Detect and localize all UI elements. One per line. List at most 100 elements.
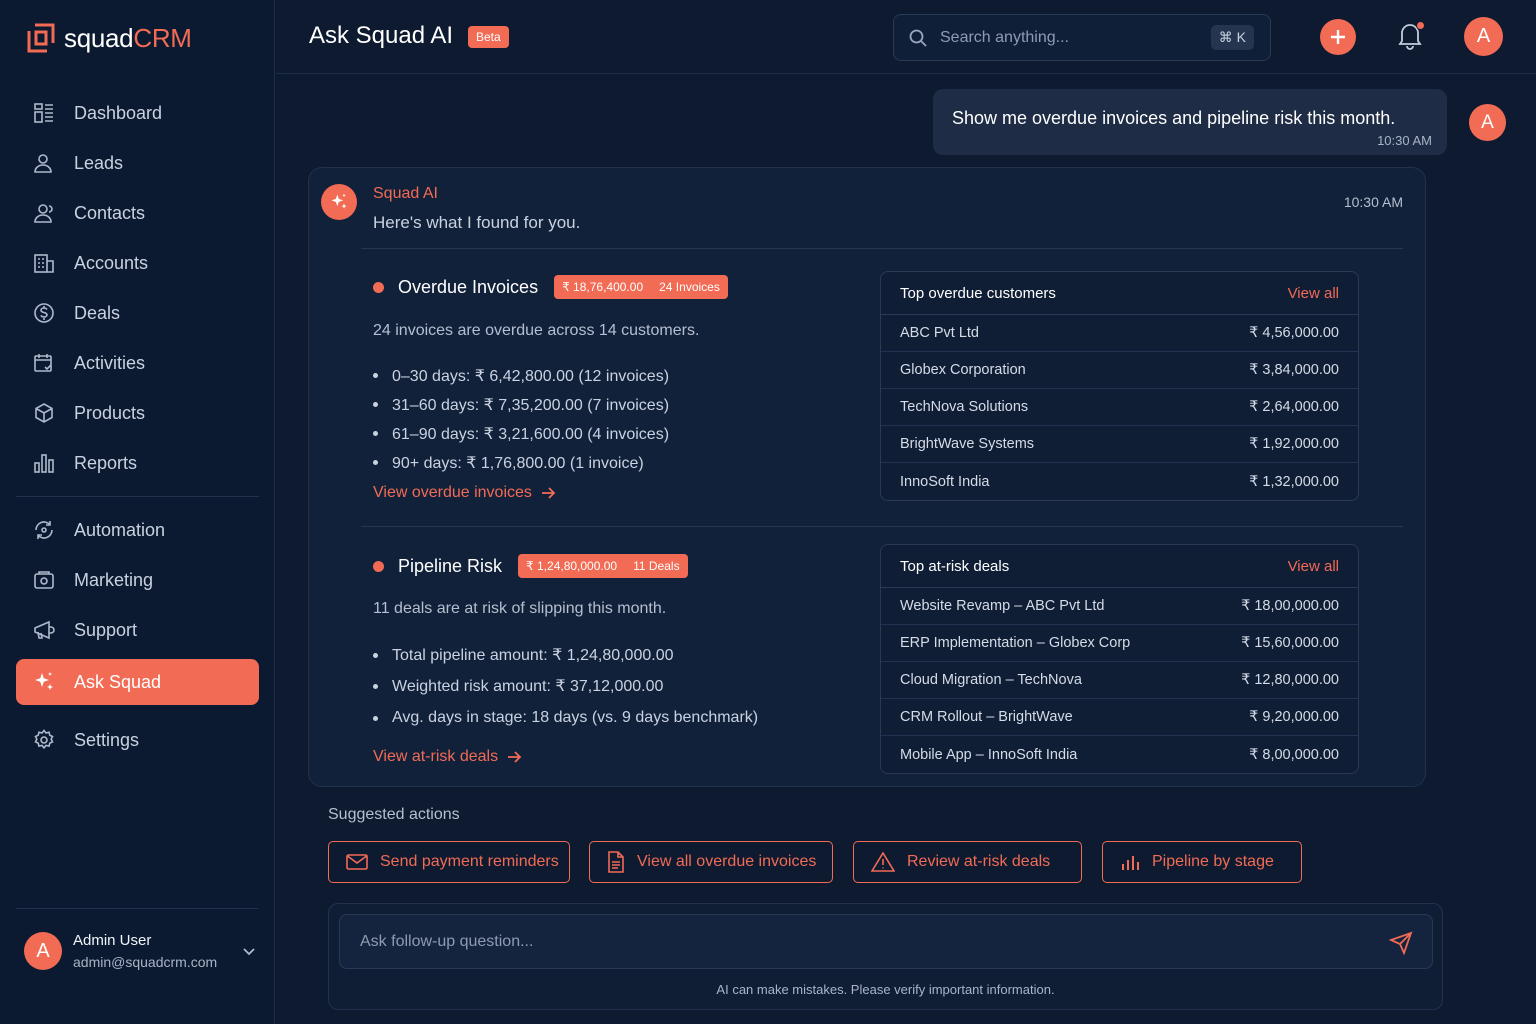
- automation-icon: [32, 518, 56, 542]
- status-dot: [373, 560, 384, 572]
- search-shortcut: ⌘ K: [1210, 25, 1254, 50]
- table-row[interactable]: BrightWave Systems ₹ 1,92,000.00: [881, 426, 1358, 463]
- ai-avatar: [321, 184, 357, 220]
- sidebar-item-label: Leads: [74, 152, 124, 173]
- list-item: 31–60 days: ₹ 7,35,200.00 (7 invoices): [373, 390, 669, 419]
- header-avatar[interactable]: A: [1464, 17, 1503, 56]
- contacts-icon: [32, 201, 56, 225]
- sidebar-item-label: Settings: [74, 729, 140, 750]
- list-item: Weighted risk amount: ₹ 37,12,000.00: [373, 670, 758, 702]
- table-row[interactable]: CRM Rollout – BrightWave ₹ 9,20,000.00: [881, 699, 1358, 736]
- sidebar-item-dashboard[interactable]: Dashboard: [16, 90, 259, 136]
- nav-divider: [16, 496, 259, 497]
- table-row[interactable]: Globex Corporation ₹ 3,84,000.00: [881, 352, 1358, 389]
- logo-icon: [26, 22, 56, 54]
- table-title: Top at-risk deals: [900, 557, 1010, 575]
- accounts-icon: [32, 251, 56, 275]
- deal-name: Website Revamp – ABC Pvt Ltd: [900, 598, 1105, 614]
- sparkle-icon: [32, 670, 56, 694]
- view-all-link[interactable]: View all: [1288, 285, 1339, 302]
- notifications-button[interactable]: [1396, 20, 1425, 50]
- customer-name: Globex Corporation: [900, 362, 1026, 378]
- view-at-risk-deals-link[interactable]: View at-risk deals: [373, 748, 522, 766]
- ai-message-time: 10:30 AM: [1343, 194, 1403, 210]
- ai-intro-text: Here's what I found for you.: [373, 213, 581, 232]
- sidebar-item-accounts[interactable]: Accounts: [16, 240, 259, 286]
- link-label: View overdue invoices: [373, 484, 532, 501]
- table-row[interactable]: ABC Pvt Ltd ₹ 4,56,000.00: [881, 315, 1358, 352]
- user-profile-menu[interactable]: A Admin User admin@squadcrm.com: [24, 932, 256, 970]
- divider: [361, 248, 1403, 249]
- brand-logo[interactable]: squadCRM: [26, 22, 192, 54]
- review-at-risk-deals-button[interactable]: Review at-risk deals: [853, 841, 1082, 883]
- user-email: admin@squadcrm.com: [73, 954, 218, 970]
- follow-up-input-wrapper[interactable]: [339, 914, 1433, 969]
- send-button[interactable]: [1389, 931, 1413, 955]
- table-row[interactable]: TechNova Solutions ₹ 2,64,000.00: [881, 389, 1358, 426]
- sidebar-item-label: Dashboard: [74, 102, 163, 123]
- table-row[interactable]: Website Revamp – ABC Pvt Ltd ₹ 18,00,000.…: [881, 588, 1358, 625]
- top-header: Ask Squad AI Beta Search anything... ⌘ K…: [276, 0, 1536, 74]
- amount: ₹ 15,60,000.00: [1241, 635, 1339, 651]
- sidebar-item-ask-squad[interactable]: Ask Squad: [16, 659, 259, 705]
- amount: ₹ 1,92,000.00: [1249, 436, 1339, 452]
- deal-name: ERP Implementation – Globex Corp: [900, 635, 1131, 651]
- table-row[interactable]: Mobile App – InnoSoft India ₹ 8,00,000.00: [881, 736, 1358, 773]
- list-item: 61–90 days: ₹ 3,21,600.00 (4 invoices): [373, 419, 669, 448]
- activities-icon: [32, 351, 56, 375]
- create-new-button[interactable]: [1320, 19, 1356, 55]
- sidebar-item-activities[interactable]: Activities: [16, 340, 259, 386]
- table-row[interactable]: InnoSoft India ₹ 1,32,000.00: [881, 463, 1358, 500]
- user-message-text: Show me overdue invoices and pipeline ri…: [952, 108, 1396, 128]
- sidebar-item-label: Activities: [74, 352, 146, 373]
- search-input[interactable]: Search anything...: [940, 29, 1069, 47]
- search-icon: [908, 28, 928, 48]
- suggested-actions-label: Suggested actions: [328, 806, 460, 823]
- pipeline-by-stage-button[interactable]: Pipeline by stage: [1102, 841, 1302, 883]
- table-row[interactable]: ERP Implementation – Globex Corp ₹ 15,60,…: [881, 625, 1358, 662]
- divider: [361, 526, 1403, 527]
- sidebar-item-marketing[interactable]: Marketing: [16, 557, 259, 603]
- chat-composer: AI can make mistakes. Please verify impo…: [328, 903, 1443, 1010]
- badge-amount: ₹ 1,24,80,000.00: [526, 559, 618, 573]
- sidebar-item-settings[interactable]: Settings: [16, 717, 259, 763]
- brand-name: squadCRM: [64, 23, 192, 54]
- marketing-icon: [32, 568, 56, 592]
- view-all-overdue-invoices-button[interactable]: View all overdue invoices: [589, 841, 833, 883]
- sidebar-item-automation[interactable]: Automation: [16, 507, 259, 553]
- amount: ₹ 18,00,000.00: [1241, 598, 1339, 614]
- user-name: Admin User: [73, 932, 152, 949]
- amount: ₹ 1,32,000.00: [1249, 473, 1339, 490]
- top-at-risk-deals-table: Top at-risk deals View all Website Revam…: [880, 544, 1359, 774]
- sidebar-item-deals[interactable]: Deals: [16, 290, 259, 336]
- view-all-link[interactable]: View all: [1288, 558, 1339, 575]
- dashboard-icon: [32, 101, 56, 125]
- sidebar-item-leads[interactable]: Leads: [16, 140, 259, 186]
- sidebar-item-reports[interactable]: Reports: [16, 440, 259, 486]
- chevron-down-icon[interactable]: [242, 944, 256, 958]
- customer-name: InnoSoft India: [900, 473, 990, 490]
- view-overdue-invoices-link[interactable]: View overdue invoices: [373, 484, 556, 502]
- warning-icon: [871, 852, 895, 872]
- global-search[interactable]: Search anything... ⌘ K: [893, 14, 1271, 61]
- table-title: Top overdue customers: [900, 284, 1056, 302]
- list-item: 90+ days: ₹ 1,76,800.00 (1 invoice): [373, 448, 669, 477]
- message-avatar: A: [1469, 104, 1506, 141]
- badge-amount: ₹ 18,76,400.00: [562, 280, 644, 294]
- send-payment-reminders-button[interactable]: Send payment reminders: [328, 841, 570, 883]
- overdue-description: 24 invoices are overdue across 14 custom…: [373, 322, 700, 339]
- page-title: Ask Squad AI: [309, 22, 454, 49]
- table-row[interactable]: Cloud Migration – TechNova ₹ 12,80,000.00: [881, 662, 1358, 699]
- sidebar-item-support[interactable]: Support: [16, 607, 259, 653]
- bar-chart-icon: [1120, 852, 1140, 872]
- pipeline-summary-badge: ₹ 1,24,80,000.00 11 Deals: [518, 554, 688, 578]
- badge-count: 24 Invoices: [659, 280, 720, 294]
- overdue-invoices-section: Overdue Invoices ₹ 18,76,400.00 24 Invoi…: [373, 275, 728, 299]
- pipeline-description: 11 deals are at risk of slipping this mo…: [373, 600, 667, 617]
- customer-name: BrightWave Systems: [900, 436, 1035, 452]
- deal-name: Cloud Migration – TechNova: [900, 672, 1082, 688]
- list-item: Total pipeline amount: ₹ 1,24,80,000.00: [373, 640, 758, 670]
- follow-up-input[interactable]: [340, 915, 1432, 968]
- sidebar-item-products[interactable]: Products: [16, 390, 259, 436]
- sidebar-item-contacts[interactable]: Contacts: [16, 190, 259, 236]
